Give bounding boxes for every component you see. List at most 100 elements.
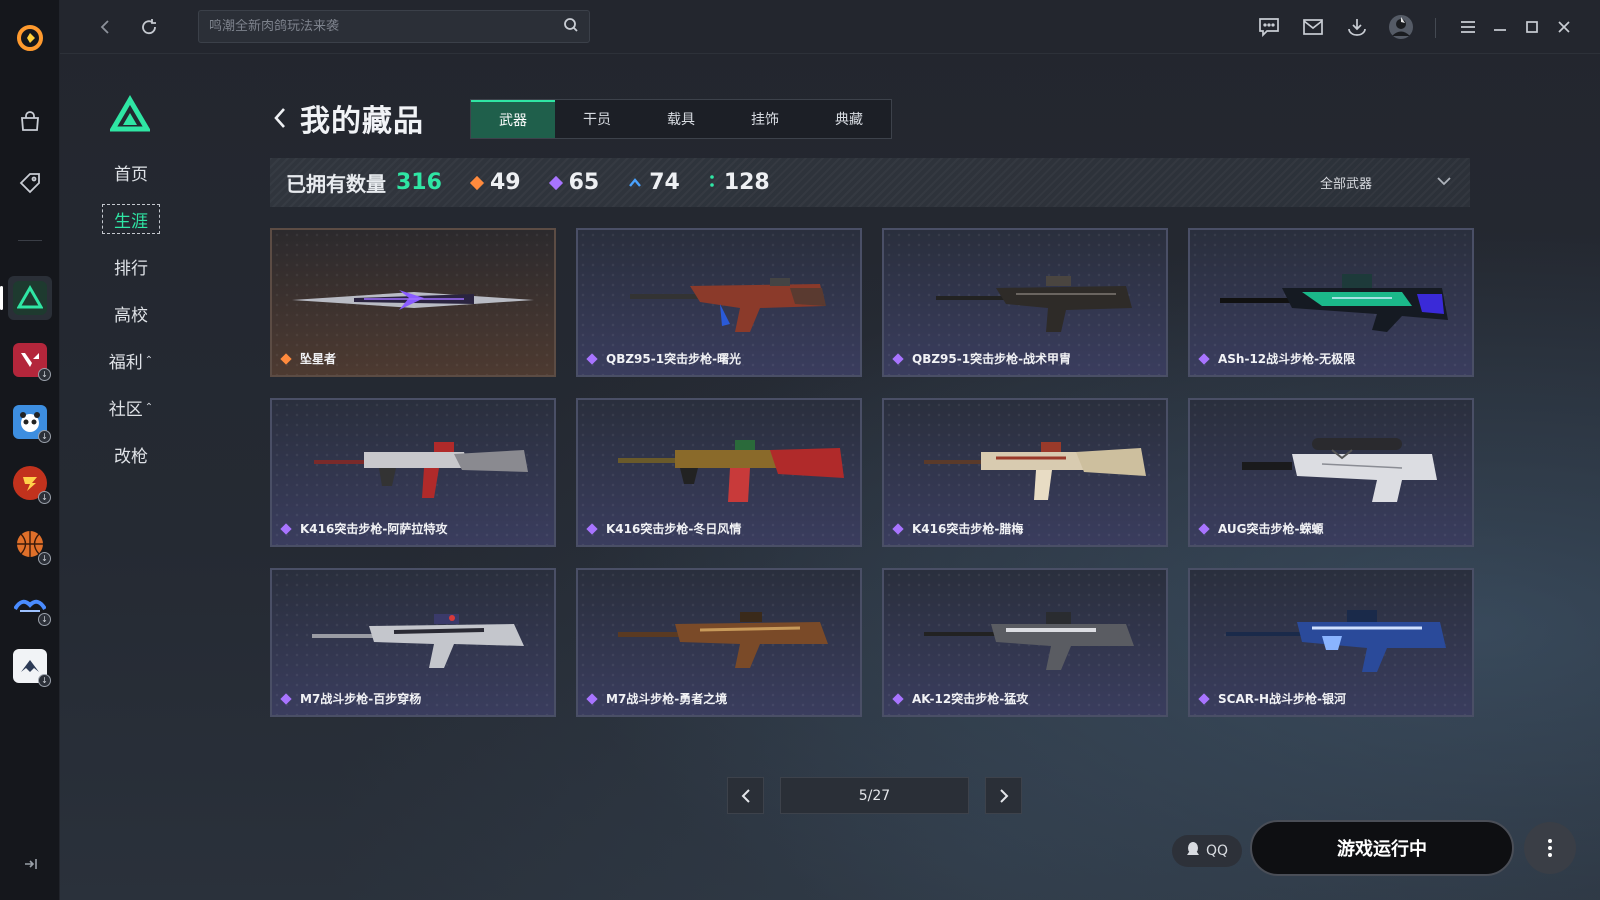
- close-icon[interactable]: [1549, 12, 1579, 42]
- game-delta[interactable]: [0, 276, 52, 320]
- game-basketball[interactable]: ↓: [8, 522, 52, 566]
- diamond-icon: [280, 692, 292, 705]
- nav-label: 福利: [108, 352, 143, 373]
- nav-career[interactable]: 生涯: [102, 204, 160, 234]
- chevron-rank-icon: [629, 173, 642, 192]
- game-valorant[interactable]: ↓: [8, 338, 52, 382]
- item-caption: 坠星者: [280, 350, 336, 367]
- rarity-count-gold: 49: [469, 170, 521, 195]
- tag-icon[interactable]: [8, 161, 52, 205]
- item-name: QBZ95-1突击步枪-战术甲胄: [912, 352, 1072, 366]
- game-dnf[interactable]: ↓: [8, 583, 52, 627]
- rarity-count-green: 128: [710, 170, 770, 195]
- item-card[interactable]: QBZ95-1突击步枪-曙光: [576, 228, 862, 377]
- chat-icon[interactable]: [1254, 12, 1284, 42]
- caret-up-icon: ⌃: [144, 354, 154, 366]
- game-warframe[interactable]: ↓: [8, 644, 52, 688]
- back-chevron-icon[interactable]: [268, 103, 292, 133]
- tab-operators[interactable]: 干员: [555, 100, 639, 138]
- rifle-image: [312, 614, 524, 668]
- nav-community[interactable]: 社区 ⌃: [102, 392, 160, 422]
- item-card[interactable]: SCAR-H战斗步枪-银河: [1188, 568, 1474, 717]
- item-name: M7战斗步枪-勇者之境: [606, 692, 728, 706]
- game-crossfire[interactable]: ↓: [8, 461, 52, 505]
- delta-brand-icon: [108, 95, 152, 135]
- diamond-icon: [280, 522, 292, 535]
- page-indicator: 5/27: [780, 777, 969, 814]
- app-logo[interactable]: [8, 16, 52, 60]
- owned-total: 316: [396, 170, 442, 195]
- rarity-value: 74: [649, 170, 680, 195]
- tab-charms[interactable]: 挂饰: [723, 100, 807, 138]
- item-name: ASh-12战斗步枪-无极限: [1218, 352, 1356, 366]
- nav-label: 排行: [114, 258, 148, 279]
- rifle-image: [1226, 610, 1446, 672]
- minimize-icon[interactable]: [1485, 12, 1515, 42]
- item-card[interactable]: ASh-12战斗步枪-无极限: [1188, 228, 1474, 377]
- collapse-sidebar-icon[interactable]: [18, 852, 42, 876]
- search-icon[interactable]: [563, 17, 579, 37]
- search-input[interactable]: [209, 19, 563, 34]
- item-card[interactable]: QBZ95-1突击步枪-战术甲胄: [882, 228, 1168, 377]
- mail-icon[interactable]: [1298, 12, 1328, 42]
- nav-home[interactable]: 首页: [102, 157, 160, 187]
- item-caption: ASh-12战斗步枪-无极限: [1198, 350, 1356, 367]
- rifle-image: [314, 442, 528, 498]
- refresh-icon[interactable]: [134, 12, 164, 42]
- diamond-icon: [1198, 692, 1210, 705]
- stats-bar: 已拥有数量 316 49 65 74 128 全部武器: [270, 158, 1470, 207]
- item-card[interactable]: K416突击步枪-阿萨拉特攻: [270, 398, 556, 547]
- crossfire-icon: ↓: [13, 466, 51, 504]
- item-card[interactable]: M7战斗步枪-百步穿杨: [270, 568, 556, 717]
- menu-icon[interactable]: [1453, 12, 1483, 42]
- nav-welfare[interactable]: 福利 ⌃: [102, 345, 160, 375]
- item-card[interactable]: K416突击步枪-腊梅: [882, 398, 1168, 547]
- item-name: SCAR-H战斗步枪-银河: [1218, 692, 1346, 706]
- rarity-value: 49: [489, 170, 521, 195]
- more-options-icon[interactable]: [1524, 822, 1576, 874]
- maximize-icon[interactable]: [1517, 12, 1547, 42]
- rifle-image: [618, 612, 828, 668]
- tab-vehicles[interactable]: 载具: [639, 100, 723, 138]
- qq-penguin-icon: [1186, 841, 1200, 861]
- item-caption: QBZ95-1突击步枪-战术甲胄: [892, 350, 1072, 367]
- back-icon[interactable]: [90, 12, 120, 42]
- item-card[interactable]: K416突击步枪-冬日风情: [576, 398, 862, 547]
- prev-page-button[interactable]: [727, 777, 764, 814]
- next-page-button[interactable]: [985, 777, 1022, 814]
- tab-weapons[interactable]: 武器: [471, 100, 555, 138]
- item-caption: AUG突击步枪-蝾螈: [1198, 520, 1324, 537]
- avatar[interactable]: [1386, 12, 1416, 42]
- rail-separator: [18, 240, 42, 241]
- game-panda[interactable]: ↓: [8, 400, 52, 444]
- page-title: 我的藏品: [300, 104, 424, 139]
- item-card[interactable]: AUG突击步枪-蝾螈: [1188, 398, 1474, 547]
- rarity-count-purple: 65: [548, 170, 599, 195]
- diamond-icon: [586, 352, 598, 365]
- owned-label: 已拥有数量: [286, 172, 386, 196]
- chevron-down-icon: [1436, 175, 1452, 190]
- nav-college[interactable]: 高校: [102, 298, 160, 328]
- nav-ranking[interactable]: 排行: [102, 251, 160, 281]
- download-icon[interactable]: [1342, 12, 1372, 42]
- rifle-image: [924, 442, 1146, 500]
- item-card[interactable]: M7战斗步枪-勇者之境: [576, 568, 862, 717]
- item-card[interactable]: 坠星者: [270, 228, 556, 377]
- warframe-icon: ↓: [13, 649, 51, 687]
- item-card[interactable]: AK-12突击步枪-猛攻: [882, 568, 1168, 717]
- store-icon[interactable]: [8, 100, 52, 144]
- download-badge-icon: ↓: [38, 613, 51, 626]
- qq-button[interactable]: QQ: [1172, 835, 1242, 867]
- search-bar[interactable]: [198, 10, 590, 43]
- game-running-button[interactable]: 游戏运行中: [1250, 820, 1514, 876]
- rifle-image: [1242, 438, 1437, 502]
- weapon-filter-dropdown[interactable]: 全部武器: [1320, 158, 1452, 207]
- nav-gunsmith[interactable]: 改枪: [102, 439, 160, 469]
- diamond-icon: [469, 175, 485, 190]
- caret-up-icon: ⌃: [144, 401, 154, 413]
- diamond-icon: [892, 522, 904, 535]
- left-rail: ↓ ↓ ↓ ↓ ↓ ↓: [0, 0, 60, 900]
- diamond-icon: [1198, 522, 1210, 535]
- diamond-icon: [1198, 352, 1210, 365]
- tab-collection[interactable]: 典藏: [807, 100, 891, 138]
